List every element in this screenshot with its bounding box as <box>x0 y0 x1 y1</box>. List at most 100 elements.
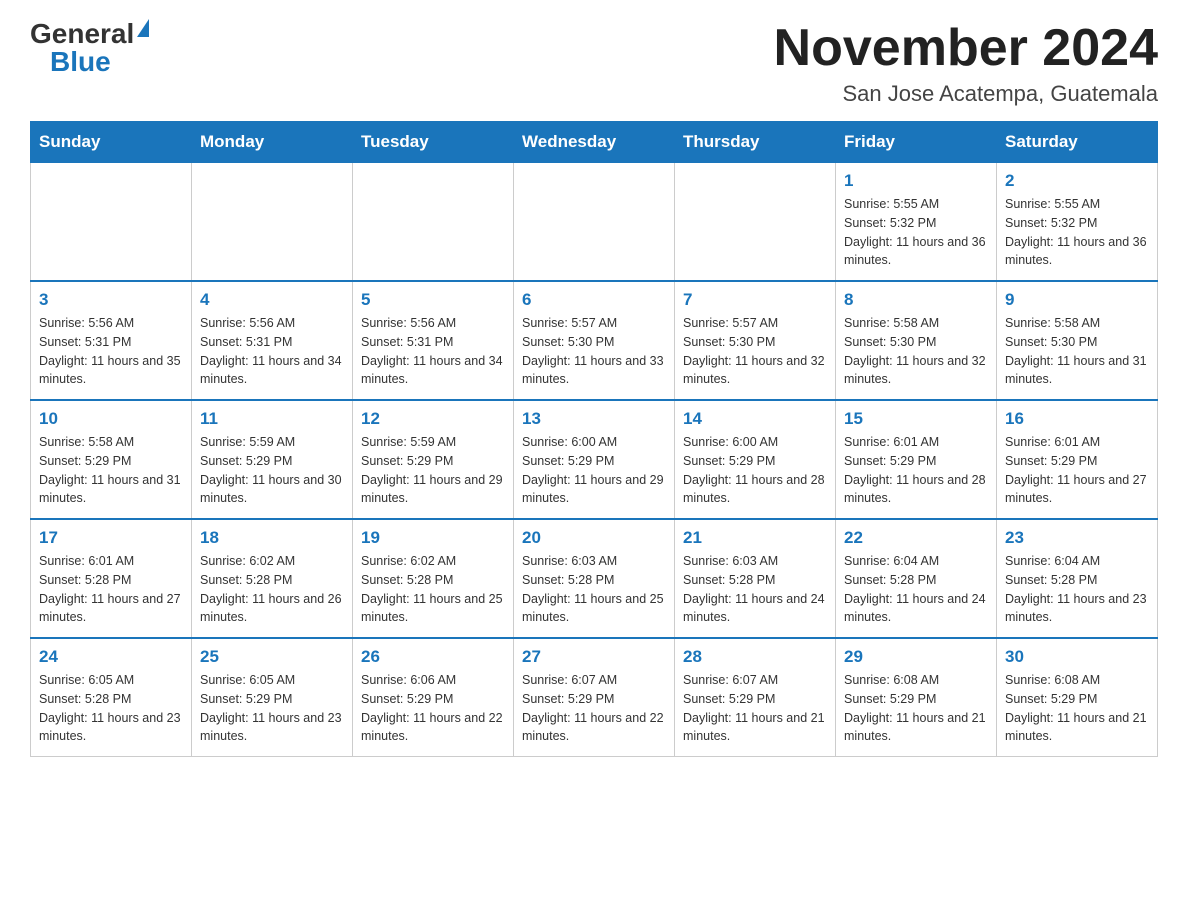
location-title: San Jose Acatempa, Guatemala <box>774 81 1158 107</box>
calendar-cell: 8Sunrise: 5:58 AM Sunset: 5:30 PM Daylig… <box>836 281 997 400</box>
calendar-cell <box>675 163 836 282</box>
day-number: 3 <box>39 290 183 310</box>
day-number: 1 <box>844 171 988 191</box>
calendar-header-sunday: Sunday <box>31 122 192 163</box>
logo-general-text: General <box>30 20 134 48</box>
calendar-cell <box>31 163 192 282</box>
calendar-cell: 23 Sunrise: 6:04 AM Sunset: 5:28 PM Dayli… <box>997 519 1158 638</box>
day-info: Sunrise: 6:02 AM Sunset: 5:28 PM Dayligh… <box>361 552 505 627</box>
day-info: Sunrise: 5:55 AM Sunset: 5:32 PM Dayligh… <box>844 195 988 270</box>
calendar-week-row: 10Sunrise: 5:58 AM Sunset: 5:29 PM Dayli… <box>31 400 1158 519</box>
day-info: Sunrise: 6:01 AM Sunset: 5:29 PM Dayligh… <box>1005 433 1149 508</box>
day-number: 14 <box>683 409 827 429</box>
calendar-cell: 12Sunrise: 5:59 AM Sunset: 5:29 PM Dayli… <box>353 400 514 519</box>
calendar-cell: 7Sunrise: 5:57 AM Sunset: 5:30 PM Daylig… <box>675 281 836 400</box>
day-number: 22 <box>844 528 988 548</box>
day-number: 4 <box>200 290 344 310</box>
day-number: 16 <box>1005 409 1149 429</box>
day-info: Sunrise: 5:56 AM Sunset: 5:31 PM Dayligh… <box>200 314 344 389</box>
calendar-cell: 3 Sunrise: 5:56 AM Sunset: 5:31 PM Daylig… <box>31 281 192 400</box>
day-number: 17 <box>39 528 183 548</box>
calendar-table: SundayMondayTuesdayWednesdayThursdayFrid… <box>30 121 1158 757</box>
day-info: Sunrise: 6:04 AM Sunset: 5:28 PM Dayligh… <box>1005 552 1149 627</box>
day-info: Sunrise: 6:05 AM Sunset: 5:28 PM Dayligh… <box>39 671 183 746</box>
day-number: 6 <box>522 290 666 310</box>
calendar-cell: 21Sunrise: 6:03 AM Sunset: 5:28 PM Dayli… <box>675 519 836 638</box>
day-info: Sunrise: 5:56 AM Sunset: 5:31 PM Dayligh… <box>39 314 183 389</box>
calendar-header-monday: Monday <box>192 122 353 163</box>
calendar-cell: 17 Sunrise: 6:01 AM Sunset: 5:28 PM Dayli… <box>31 519 192 638</box>
day-info: Sunrise: 6:08 AM Sunset: 5:29 PM Dayligh… <box>1005 671 1149 746</box>
logo-blue-text: Blue <box>50 48 111 76</box>
day-info: Sunrise: 5:59 AM Sunset: 5:29 PM Dayligh… <box>200 433 344 508</box>
calendar-header-friday: Friday <box>836 122 997 163</box>
calendar-header-saturday: Saturday <box>997 122 1158 163</box>
day-info: Sunrise: 5:58 AM Sunset: 5:30 PM Dayligh… <box>1005 314 1149 389</box>
day-info: Sunrise: 5:55 AM Sunset: 5:32 PM Dayligh… <box>1005 195 1149 270</box>
day-number: 5 <box>361 290 505 310</box>
page-header: General Blue November 2024 San Jose Acat… <box>30 20 1158 107</box>
day-info: Sunrise: 5:57 AM Sunset: 5:30 PM Dayligh… <box>683 314 827 389</box>
day-number: 30 <box>1005 647 1149 667</box>
day-number: 26 <box>361 647 505 667</box>
calendar-cell: 20 Sunrise: 6:03 AM Sunset: 5:28 PM Dayli… <box>514 519 675 638</box>
calendar-cell: 14Sunrise: 6:00 AM Sunset: 5:29 PM Dayli… <box>675 400 836 519</box>
calendar-cell <box>353 163 514 282</box>
calendar-header-thursday: Thursday <box>675 122 836 163</box>
calendar-cell: 30 Sunrise: 6:08 AM Sunset: 5:29 PM Dayli… <box>997 638 1158 757</box>
day-number: 10 <box>39 409 183 429</box>
calendar-week-row: 1 Sunrise: 5:55 AM Sunset: 5:32 PM Daylig… <box>31 163 1158 282</box>
day-number: 2 <box>1005 171 1149 191</box>
title-block: November 2024 San Jose Acatempa, Guatema… <box>774 20 1158 107</box>
calendar-cell: 16 Sunrise: 6:01 AM Sunset: 5:29 PM Dayli… <box>997 400 1158 519</box>
calendar-cell: 26 Sunrise: 6:06 AM Sunset: 5:29 PM Dayli… <box>353 638 514 757</box>
calendar-week-row: 17 Sunrise: 6:01 AM Sunset: 5:28 PM Dayli… <box>31 519 1158 638</box>
calendar-cell: 24 Sunrise: 6:05 AM Sunset: 5:28 PM Dayli… <box>31 638 192 757</box>
calendar-cell: 18Sunrise: 6:02 AM Sunset: 5:28 PM Dayli… <box>192 519 353 638</box>
day-info: Sunrise: 6:04 AM Sunset: 5:28 PM Dayligh… <box>844 552 988 627</box>
day-info: Sunrise: 6:07 AM Sunset: 5:29 PM Dayligh… <box>683 671 827 746</box>
day-number: 13 <box>522 409 666 429</box>
calendar-cell: 1 Sunrise: 5:55 AM Sunset: 5:32 PM Daylig… <box>836 163 997 282</box>
day-number: 29 <box>844 647 988 667</box>
calendar-cell: 27 Sunrise: 6:07 AM Sunset: 5:29 PM Dayli… <box>514 638 675 757</box>
day-info: Sunrise: 6:01 AM Sunset: 5:29 PM Dayligh… <box>844 433 988 508</box>
day-info: Sunrise: 5:56 AM Sunset: 5:31 PM Dayligh… <box>361 314 505 389</box>
calendar-cell: 25Sunrise: 6:05 AM Sunset: 5:29 PM Dayli… <box>192 638 353 757</box>
logo-triangle-icon <box>137 19 149 37</box>
day-number: 23 <box>1005 528 1149 548</box>
calendar-header-row: SundayMondayTuesdayWednesdayThursdayFrid… <box>31 122 1158 163</box>
calendar-week-row: 3 Sunrise: 5:56 AM Sunset: 5:31 PM Daylig… <box>31 281 1158 400</box>
day-info: Sunrise: 6:07 AM Sunset: 5:29 PM Dayligh… <box>522 671 666 746</box>
calendar-cell: 28Sunrise: 6:07 AM Sunset: 5:29 PM Dayli… <box>675 638 836 757</box>
logo: General Blue <box>30 20 149 76</box>
calendar-cell: 10Sunrise: 5:58 AM Sunset: 5:29 PM Dayli… <box>31 400 192 519</box>
day-number: 15 <box>844 409 988 429</box>
calendar-cell: 29 Sunrise: 6:08 AM Sunset: 5:29 PM Dayli… <box>836 638 997 757</box>
day-info: Sunrise: 6:01 AM Sunset: 5:28 PM Dayligh… <box>39 552 183 627</box>
month-title: November 2024 <box>774 20 1158 77</box>
day-info: Sunrise: 6:03 AM Sunset: 5:28 PM Dayligh… <box>522 552 666 627</box>
day-number: 27 <box>522 647 666 667</box>
day-info: Sunrise: 6:06 AM Sunset: 5:29 PM Dayligh… <box>361 671 505 746</box>
day-number: 20 <box>522 528 666 548</box>
calendar-cell <box>514 163 675 282</box>
day-number: 24 <box>39 647 183 667</box>
day-number: 12 <box>361 409 505 429</box>
day-info: Sunrise: 6:08 AM Sunset: 5:29 PM Dayligh… <box>844 671 988 746</box>
calendar-cell: 13Sunrise: 6:00 AM Sunset: 5:29 PM Dayli… <box>514 400 675 519</box>
day-info: Sunrise: 6:03 AM Sunset: 5:28 PM Dayligh… <box>683 552 827 627</box>
calendar-cell: 22 Sunrise: 6:04 AM Sunset: 5:28 PM Dayli… <box>836 519 997 638</box>
day-number: 9 <box>1005 290 1149 310</box>
day-number: 11 <box>200 409 344 429</box>
day-number: 19 <box>361 528 505 548</box>
calendar-week-row: 24 Sunrise: 6:05 AM Sunset: 5:28 PM Dayli… <box>31 638 1158 757</box>
calendar-cell: 6Sunrise: 5:57 AM Sunset: 5:30 PM Daylig… <box>514 281 675 400</box>
calendar-cell: 4 Sunrise: 5:56 AM Sunset: 5:31 PM Daylig… <box>192 281 353 400</box>
calendar-cell: 2 Sunrise: 5:55 AM Sunset: 5:32 PM Daylig… <box>997 163 1158 282</box>
calendar-cell <box>192 163 353 282</box>
calendar-header-tuesday: Tuesday <box>353 122 514 163</box>
day-info: Sunrise: 6:02 AM Sunset: 5:28 PM Dayligh… <box>200 552 344 627</box>
day-info: Sunrise: 5:58 AM Sunset: 5:30 PM Dayligh… <box>844 314 988 389</box>
calendar-cell: 5 Sunrise: 5:56 AM Sunset: 5:31 PM Daylig… <box>353 281 514 400</box>
